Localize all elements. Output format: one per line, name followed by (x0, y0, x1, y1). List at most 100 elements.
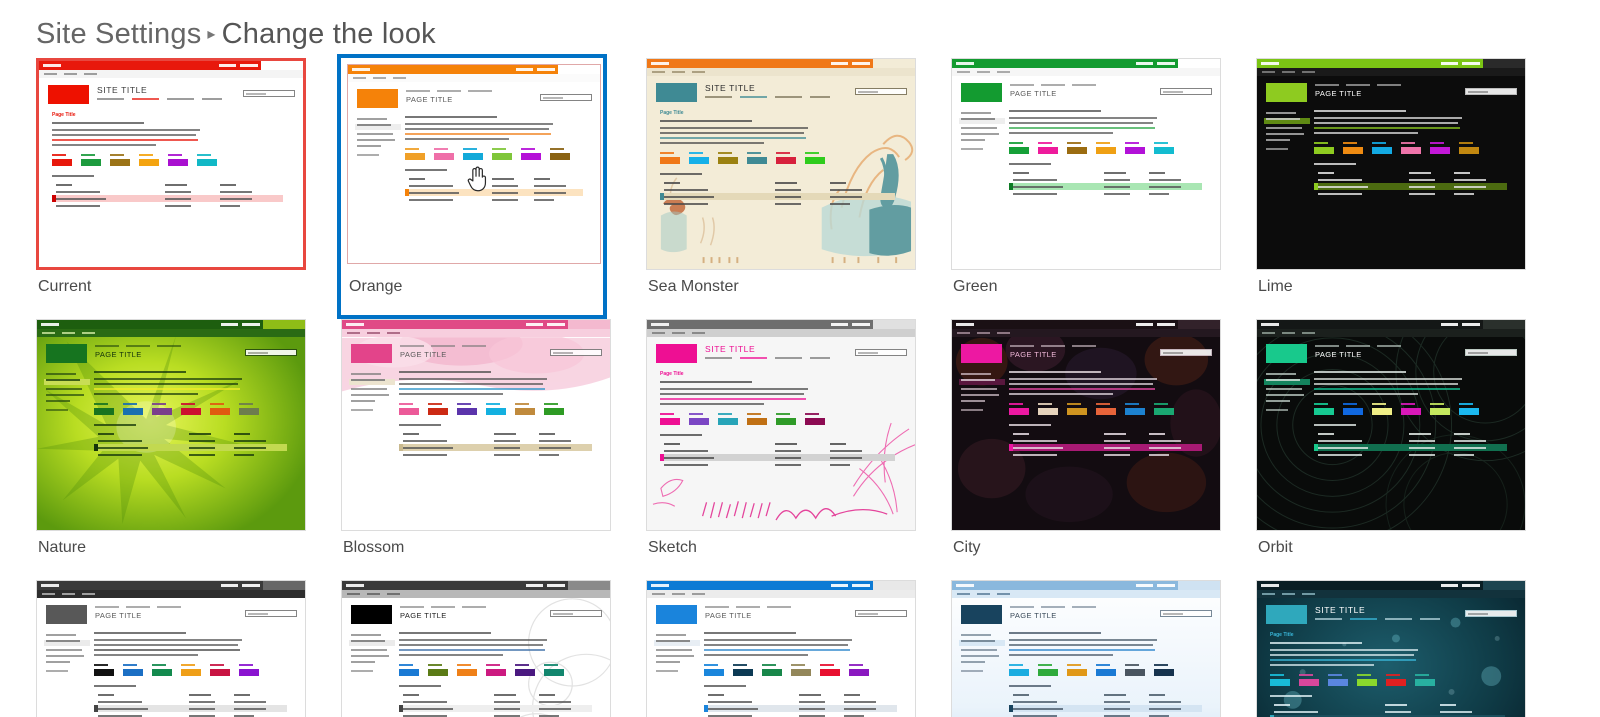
preview-nav-item[interactable] (357, 118, 387, 120)
preview-nav-item[interactable] (1266, 373, 1296, 375)
preview-nav-item[interactable] (357, 139, 395, 141)
preview-nav-item-selected[interactable] (959, 640, 1005, 646)
theme-thumbnail[interactable]: SITE TITLE Page Title (646, 319, 916, 531)
theme-tile-15[interactable]: SITE TITLE Page Title (1252, 576, 1526, 717)
preview-table-row[interactable] (94, 705, 287, 712)
preview-table-row[interactable] (405, 182, 583, 189)
preview-table-row[interactable] (660, 447, 895, 454)
preview-table-row[interactable] (1314, 183, 1507, 190)
theme-thumbnail[interactable]: PAGE TITLE (1256, 319, 1526, 531)
preview-nav-item[interactable] (351, 373, 381, 375)
theme-tile-12[interactable]: PAGE TITLE (337, 576, 611, 717)
preview-search-box[interactable] (1160, 610, 1212, 617)
preview-nav-item-selected[interactable] (349, 640, 395, 646)
theme-tile-nature[interactable]: PAGE TITLE Nature (32, 315, 306, 580)
preview-table-row[interactable] (1009, 183, 1202, 190)
preview-search-box[interactable] (245, 349, 297, 356)
preview-table-row[interactable] (660, 461, 895, 468)
theme-thumbnail[interactable]: SITE TITLE Page Title (646, 58, 916, 270)
preview-nav-item[interactable] (961, 388, 997, 390)
preview-table-row[interactable] (52, 195, 284, 202)
preview-search-box[interactable] (1465, 349, 1517, 356)
preview-nav-item-selected[interactable] (654, 640, 700, 646)
preview-nav-item[interactable] (961, 112, 991, 114)
preview-nav-item[interactable] (351, 634, 381, 636)
preview-table-row[interactable] (399, 444, 592, 451)
preview-nav-item-recycle-bin[interactable] (961, 670, 983, 672)
preview-nav-item-recycle-bin[interactable] (351, 409, 373, 411)
preview-table-row[interactable] (1009, 698, 1202, 705)
preview-nav-item[interactable] (1266, 127, 1302, 129)
preview-search-box[interactable] (855, 610, 907, 617)
theme-thumbnail[interactable]: PAGE TITLE (341, 580, 611, 717)
preview-table-row[interactable] (1314, 451, 1507, 458)
preview-nav-item-selected[interactable] (349, 379, 395, 385)
preview-nav-item[interactable] (1266, 394, 1304, 396)
preview-table-row[interactable] (1314, 437, 1507, 444)
preview-table-row[interactable] (660, 200, 895, 207)
preview-table-row[interactable] (1009, 444, 1202, 451)
preview-nav-item-selected[interactable] (44, 640, 90, 646)
preview-search-box[interactable] (855, 88, 907, 95)
preview-nav-item[interactable] (961, 133, 999, 135)
preview-search-box[interactable] (243, 90, 295, 97)
preview-nav-item-recycle-bin[interactable] (961, 409, 983, 411)
preview-nav-item-recycle-bin[interactable] (1266, 409, 1288, 411)
preview-nav-item[interactable] (961, 634, 991, 636)
preview-table-row[interactable] (94, 437, 287, 444)
preview-nav-item-selected[interactable] (1264, 379, 1310, 385)
preview-nav-item-selected[interactable] (959, 379, 1005, 385)
theme-tile-11[interactable]: PAGE TITLE (32, 576, 306, 717)
preview-table-row[interactable] (1314, 444, 1507, 451)
theme-thumbnail[interactable]: PAGE TITLE (1256, 58, 1526, 270)
preview-nav-item[interactable] (351, 388, 387, 390)
preview-nav-item[interactable] (961, 649, 997, 651)
theme-tile-orange[interactable]: PAGE TITLE Orange (337, 54, 607, 319)
preview-table-row[interactable] (405, 196, 583, 203)
preview-nav-item[interactable] (351, 655, 389, 657)
preview-nav-item[interactable] (46, 373, 76, 375)
preview-nav-item[interactable] (656, 655, 694, 657)
theme-thumbnail[interactable]: PAGE TITLE (951, 319, 1221, 531)
preview-nav-item[interactable] (46, 655, 84, 657)
preview-search-box[interactable] (540, 94, 592, 101)
theme-tile-orbit[interactable]: PAGE TITLE Orbit (1252, 315, 1526, 580)
preview-nav-item[interactable] (1266, 112, 1296, 114)
preview-nav-item[interactable] (46, 394, 84, 396)
preview-table-row[interactable] (1009, 190, 1202, 197)
theme-thumbnail[interactable]: PAGE TITLE (951, 580, 1221, 717)
theme-tile-city[interactable]: PAGE TITLE City (947, 315, 1221, 580)
preview-nav-item-recycle-bin[interactable] (351, 670, 373, 672)
theme-tile-lime[interactable]: PAGE TITLE Lime (1252, 54, 1526, 319)
preview-nav-item[interactable] (961, 655, 999, 657)
preview-nav-item-selected[interactable] (1264, 118, 1310, 124)
preview-nav-item[interactable] (351, 649, 387, 651)
preview-table-row[interactable] (399, 437, 592, 444)
preview-table-row[interactable] (1314, 176, 1507, 183)
preview-search-box[interactable] (550, 610, 602, 617)
theme-tile-14[interactable]: PAGE TITLE (947, 576, 1221, 717)
preview-table-row[interactable] (52, 188, 283, 195)
preview-nav-item[interactable] (961, 373, 991, 375)
preview-table-row[interactable] (1009, 451, 1202, 458)
theme-thumbnail[interactable]: PAGE TITLE (341, 319, 611, 531)
preview-table-row[interactable] (52, 202, 283, 209)
theme-thumbnail[interactable]: PAGE TITLE (36, 580, 306, 717)
preview-table-row[interactable] (94, 444, 287, 451)
preview-nav-item-recycle-bin[interactable] (1266, 148, 1288, 150)
preview-search-box[interactable] (1465, 610, 1517, 617)
preview-table-row[interactable] (704, 705, 897, 712)
preview-nav-item-recycle-bin[interactable] (961, 148, 983, 150)
theme-tile-13[interactable]: PAGE TITLE (642, 576, 916, 717)
preview-nav-item[interactable] (656, 634, 686, 636)
preview-nav-item[interactable] (46, 634, 76, 636)
preview-nav-item-selected[interactable] (355, 124, 401, 130)
preview-search-box[interactable] (245, 610, 297, 617)
preview-search-box[interactable] (1465, 88, 1517, 95)
preview-table-row[interactable] (660, 186, 895, 193)
preview-search-box[interactable] (1160, 88, 1212, 95)
theme-tile-current[interactable]: SITE TITLE Page Title Current (32, 54, 306, 319)
theme-tile-blossom[interactable]: PAGE TITLE Blossom (337, 315, 611, 580)
preview-table-row[interactable] (660, 454, 896, 461)
preview-nav-item-recycle-bin[interactable] (656, 670, 678, 672)
